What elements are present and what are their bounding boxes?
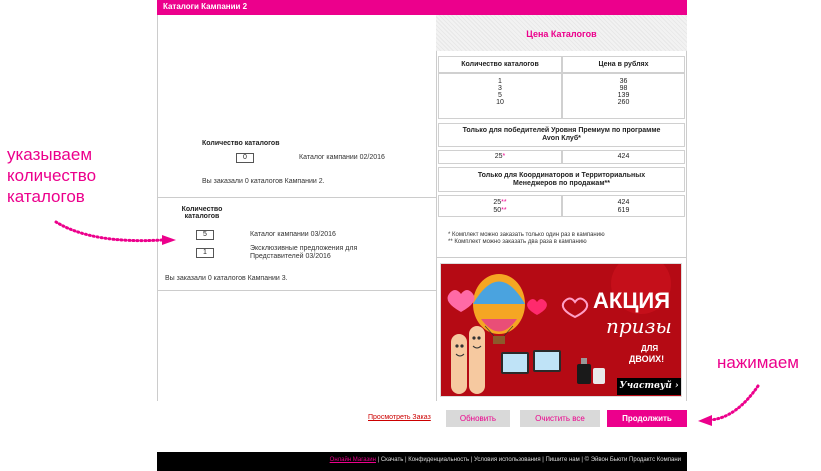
campaign3-item2-qty-input[interactable]: 1 bbox=[196, 248, 214, 258]
price-table-title: Цена Каталогов bbox=[526, 29, 597, 39]
coordinators-qty-cell: 25** 50** bbox=[438, 195, 562, 217]
qty-list-cell: 1 3 5 10 bbox=[438, 73, 562, 119]
premium-price: 424 bbox=[562, 150, 685, 164]
price-title-row: Цена Каталогов bbox=[436, 15, 687, 51]
coordinators-qty: 50 bbox=[493, 207, 502, 214]
premium-heading-line1: Только для победителей Уровня Премиум по… bbox=[462, 127, 661, 134]
divider bbox=[436, 257, 687, 258]
campaign2-qty-input[interactable]: 0 bbox=[236, 153, 254, 163]
campaign3-item1-qty-input[interactable]: 5 bbox=[196, 230, 214, 240]
price-value: 139 bbox=[617, 92, 630, 99]
premium-heading: Только для победителей Уровня Премиум по… bbox=[438, 123, 685, 147]
qty-value: 10 bbox=[496, 99, 504, 106]
coordinators-price: 619 bbox=[617, 207, 630, 214]
price-footnotes: * Комплект можно заказать только один ра… bbox=[448, 232, 678, 246]
view-order-link-wrap: Просмотреть Заказ bbox=[368, 414, 431, 421]
annotation-right: нажимаем bbox=[717, 353, 799, 372]
price-value: 98 bbox=[619, 85, 628, 92]
annotation-left-line1: указываем bbox=[7, 145, 93, 164]
footnote-once: * Комплект можно заказать только один ра… bbox=[448, 232, 605, 238]
divider bbox=[157, 197, 436, 198]
dotted-arrow-right-icon bbox=[54, 220, 176, 245]
price-value: 260 bbox=[617, 99, 630, 106]
premium-qty-mark: * bbox=[502, 153, 506, 160]
price-list-cell: 36 98 139 260 bbox=[562, 73, 685, 119]
annotation-left-line3: каталогов bbox=[7, 187, 85, 206]
premium-qty-cell: 25* bbox=[438, 150, 562, 164]
campaign3-qty-label-line2: каталогов bbox=[184, 213, 220, 220]
annotation-left: указываем количество каталогов bbox=[7, 144, 96, 207]
campaign3-item2-label: Эксклюзивные предложения для Представите… bbox=[250, 245, 357, 261]
coordinators-price: 424 bbox=[617, 199, 630, 206]
campaign3-qty-label-line1: Количество bbox=[181, 206, 223, 213]
promo-for-two: ДВОИХ! bbox=[629, 354, 665, 364]
promo-for: ДЛЯ bbox=[641, 344, 659, 353]
footnote-twice: ** Комплект можно заказать два раза в ка… bbox=[448, 239, 587, 245]
chevron-right-icon: › bbox=[674, 381, 679, 391]
campaign2-summary: Вы заказали 0 каталогов Кампании 2. bbox=[202, 178, 325, 185]
divider bbox=[157, 290, 436, 291]
promo-banner[interactable]: АКЦИЯ призы ДЛЯ ДВОИХ! Участвуй › bbox=[440, 263, 682, 397]
campaign3-item2-label-line2: Представителей 03/2016 bbox=[250, 253, 331, 260]
coordinators-qty-mark: ** bbox=[501, 207, 507, 214]
campaign3-qty-label: Количество каталогов bbox=[180, 206, 224, 220]
col-header-price: Цена в рублях bbox=[562, 56, 685, 73]
promo-cta-label: Участвуй bbox=[619, 381, 672, 391]
campaign2-title: Каталоги Кампании 2 bbox=[163, 2, 248, 11]
refresh-button[interactable]: Обновить bbox=[446, 410, 510, 427]
promo-subheadline: призы bbox=[606, 314, 672, 338]
campaign3-summary: Вы заказали 0 каталогов Кампании 3. bbox=[165, 275, 288, 282]
footer-links: Онлайн Магазин | Скачать | Конфиденциаль… bbox=[330, 457, 681, 463]
annotation-left-line2: количество bbox=[7, 166, 97, 185]
price-value: 36 bbox=[619, 78, 628, 85]
clear-all-button[interactable]: Очистить все bbox=[520, 410, 600, 427]
coordinators-heading-line1: Только для Координаторов и Территориальн… bbox=[477, 172, 646, 179]
view-order-link[interactable]: Просмотреть Заказ bbox=[368, 414, 431, 421]
promo-headline: АКЦИЯ bbox=[593, 288, 671, 313]
continue-button[interactable]: Продолжить bbox=[607, 410, 687, 427]
coordinators-price-cell: 424 619 bbox=[562, 195, 685, 217]
qty-value: 5 bbox=[498, 92, 502, 99]
campaign3-item2-label-line1: Эксклюзивные предложения для bbox=[250, 245, 358, 252]
qty-value: 1 bbox=[498, 78, 502, 85]
premium-heading-line2: Avon Клуб* bbox=[542, 135, 581, 142]
coordinators-qty: 25 bbox=[493, 199, 502, 206]
campaign2-header: Каталоги Кампании 2 bbox=[157, 0, 687, 15]
footer-online-store-link[interactable]: Онлайн Магазин bbox=[330, 457, 376, 463]
premium-qty: 25 bbox=[494, 153, 503, 160]
coordinators-heading: Только для Координаторов и Территориальн… bbox=[438, 167, 685, 192]
footer: Онлайн Магазин | Скачать | Конфиденциаль… bbox=[157, 452, 687, 471]
coordinators-qty-mark: ** bbox=[501, 199, 507, 206]
footer-links-text[interactable]: | Скачать | Конфиденциальность | Условия… bbox=[376, 457, 681, 463]
col-header-qty: Количество каталогов bbox=[438, 56, 562, 73]
qty-value: 3 bbox=[498, 85, 502, 92]
dotted-arrow-left-icon bbox=[698, 384, 760, 426]
promo-cta-button[interactable]: Участвуй › bbox=[617, 378, 681, 395]
coordinators-heading-line2: Менеджеров по продажам** bbox=[513, 180, 610, 187]
campaign2-qty-label: Количество каталогов bbox=[202, 140, 280, 147]
campaign3-item1-label: Каталог кампании 03/2016 bbox=[250, 231, 336, 238]
campaign2-item-label: Каталог кампании 02/2016 bbox=[299, 154, 385, 161]
